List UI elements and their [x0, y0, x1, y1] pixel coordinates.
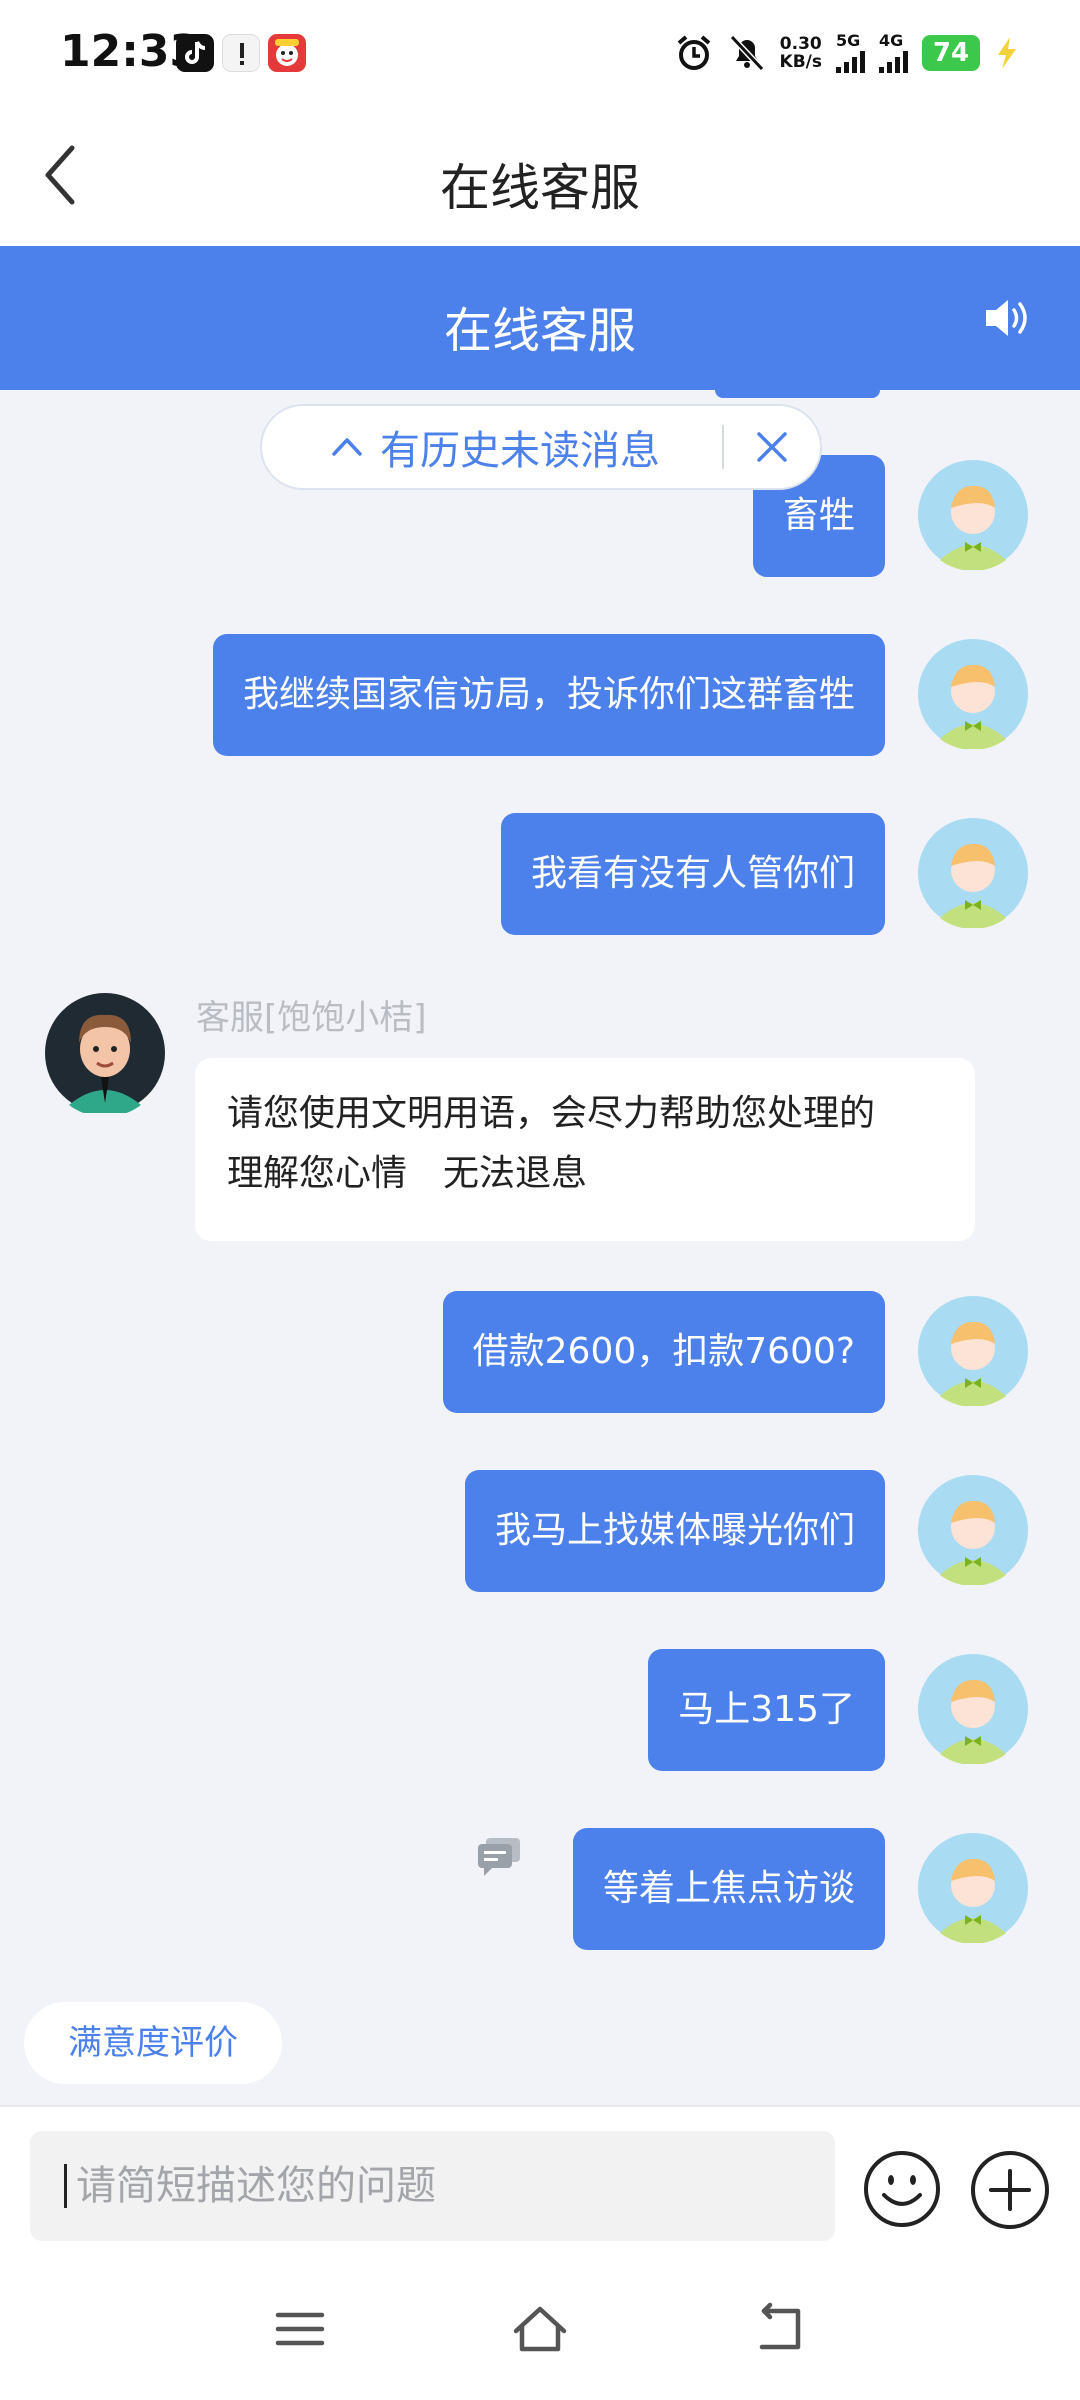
user-message-bubble[interactable]: 我继续国家信访局，投诉你们这群畜牲 — [212, 634, 885, 756]
system-navigation-bar — [0, 2255, 1080, 2400]
agent-message-bubble[interactable]: 请您使用文明用语，会尽力帮助您处理的 理解您心情 无法退息 — [195, 1058, 975, 1241]
chat-messages[interactable]: 畜牲 有历史未读消息 我继续国家信访局，投诉你们这群畜牲 我看有没有人管你们 客… — [0, 390, 1080, 2105]
unread-history-button[interactable]: 有历史未读消息 — [262, 418, 722, 476]
close-icon — [757, 432, 787, 462]
page-title: 在线客服 — [440, 159, 640, 217]
game-app-icon — [268, 34, 306, 72]
menu-icon[interactable] — [270, 2301, 330, 2357]
plus-icon[interactable] — [969, 2149, 1051, 2231]
previous-message-bubble — [715, 390, 880, 398]
alarm-icon — [677, 35, 710, 70]
user-avatar — [918, 460, 1028, 570]
message-input[interactable]: 请简短描述您的问题 — [30, 2131, 835, 2241]
signal-icon-2: 4G — [879, 33, 908, 73]
user-avatar — [918, 1475, 1028, 1585]
agent-message-line: 请您使用文明用语，会尽力帮助您处理的 — [227, 1093, 876, 1134]
battery-indicator: 74 — [922, 35, 980, 71]
user-avatar — [918, 639, 1028, 749]
nav-bar: 在线客服 — [0, 100, 1080, 246]
mute-bell-icon — [729, 34, 764, 72]
signal-icon: 5G — [836, 33, 865, 73]
charging-icon — [998, 37, 1016, 69]
unread-history-label: 有历史未读消息 — [380, 428, 660, 474]
net-speed-unit: KB/s — [779, 52, 822, 72]
back-icon[interactable] — [750, 2301, 810, 2357]
user-message-bubble[interactable]: 我马上找媒体曝光你们 — [464, 1470, 885, 1592]
user-avatar — [918, 1296, 1028, 1406]
emoji-icon[interactable] — [862, 2149, 942, 2229]
user-avatar — [918, 1654, 1028, 1764]
notification-app-icon — [222, 34, 260, 72]
chat-message-icon — [478, 1838, 520, 1876]
agent-message-line: 理解您心情 无法退息 — [227, 1153, 588, 1194]
speaker-button[interactable] — [980, 290, 1036, 346]
text-caret — [64, 2164, 67, 2208]
agent-name: 客服[饱饱小桔] — [196, 998, 427, 1038]
home-icon[interactable] — [510, 2301, 570, 2357]
agent-avatar — [45, 993, 165, 1113]
status-bar: 12:33 0.30 KB/s 5G 4G 74 — [0, 0, 1080, 100]
chat-header: 在线客服 — [0, 246, 1080, 390]
composer-bar: 请简短描述您的问题 — [0, 2105, 1080, 2255]
chevron-up-icon — [332, 438, 362, 456]
chat-header-title: 在线客服 — [443, 303, 636, 359]
user-message-bubble[interactable]: 借款2600，扣款7600? — [442, 1291, 885, 1413]
speaker-icon — [986, 300, 1027, 336]
close-banner-button[interactable] — [724, 404, 820, 490]
user-message-bubble[interactable]: 等着上焦点访谈 — [572, 1828, 885, 1950]
user-avatar — [918, 1833, 1028, 1943]
user-message-bubble[interactable]: 我看有没有人管你们 — [500, 813, 885, 935]
user-message-bubble[interactable]: 马上315了 — [648, 1649, 885, 1771]
net-speed-value: 0.30 — [779, 34, 822, 54]
user-avatar — [918, 818, 1028, 928]
unread-history-banner: 有历史未读消息 — [260, 404, 822, 490]
message-input-placeholder: 请简短描述您的问题 — [76, 2163, 436, 2209]
tiktok-icon — [176, 34, 214, 72]
satisfaction-rating-button[interactable]: 满意度评价 — [24, 2002, 282, 2084]
